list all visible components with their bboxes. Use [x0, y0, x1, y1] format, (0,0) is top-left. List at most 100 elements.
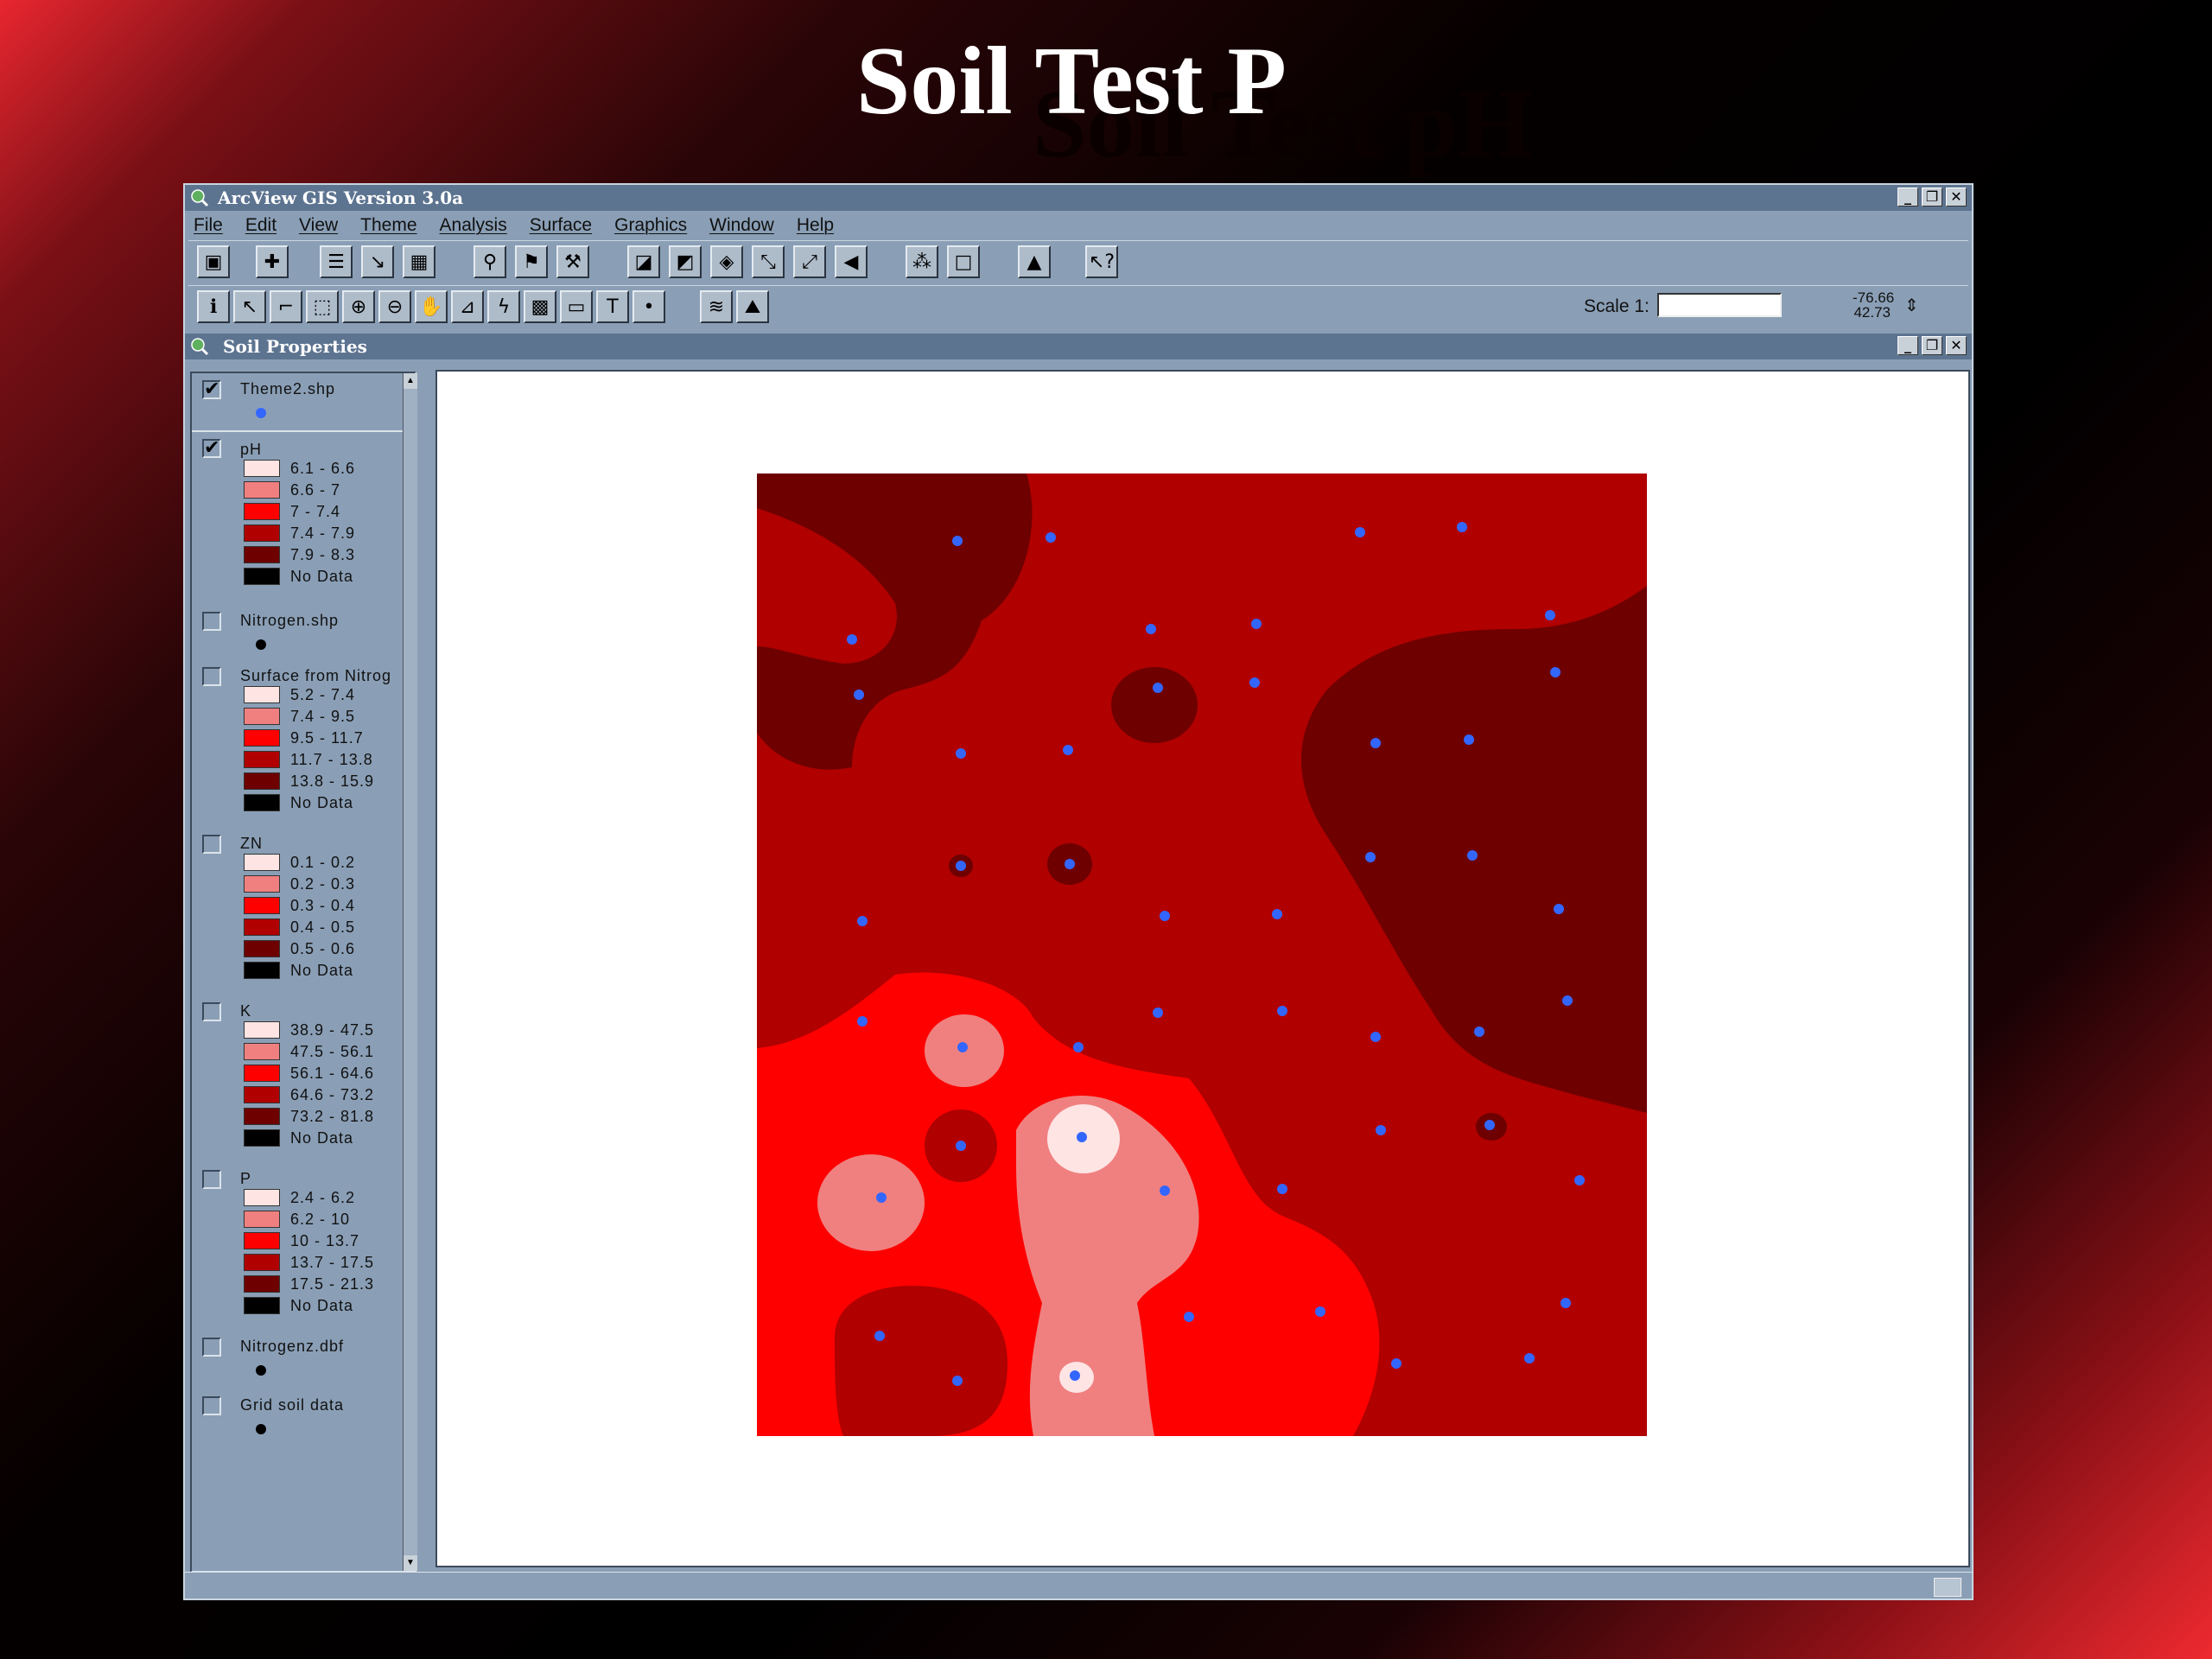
theme-grid-soil-data[interactable]: Grid soil data [192, 1395, 403, 1450]
legend-label: No Data [290, 962, 354, 979]
zoom-out-icon[interactable]: ⊖ [378, 290, 411, 323]
zoom-previous-icon[interactable]: ◀ [835, 245, 868, 278]
app-title-bar[interactable]: ArcView GIS Version 3.0a _ ❐ ✕ [185, 185, 1972, 211]
minimize-button[interactable]: _ [1897, 188, 1918, 207]
theme-checkbox[interactable] [202, 667, 221, 686]
legend-label: 17.5 - 21.3 [290, 1275, 375, 1293]
legend-swatch [244, 546, 280, 563]
histogram-icon[interactable]: ▲ [1018, 245, 1051, 278]
legend-label: 13.8 - 15.9 [290, 772, 375, 790]
theme-checkbox[interactable] [202, 612, 221, 631]
coordinate-readout: -76.66 42.73 [1853, 290, 1894, 320]
menu-edit[interactable]: Edit [245, 213, 276, 238]
menu-analysis[interactable]: Analysis [440, 213, 507, 238]
legend-swatch [244, 1086, 280, 1103]
legend-label: 7.9 - 8.3 [290, 546, 356, 563]
legend-label: No Data [290, 568, 354, 585]
theme-checkbox[interactable] [202, 1338, 221, 1357]
zoom-out-fixed-icon[interactable]: ⤢ [793, 245, 826, 278]
theme-ph[interactable]: ✔ pH 6.1 - 6.6 6.6 - 7 7 - 7.4 7.4 - 7.9… [192, 434, 403, 598]
scroll-down-icon[interactable]: ▼ [404, 1555, 417, 1571]
legend-swatch [244, 1232, 280, 1249]
scale-input[interactable] [1657, 293, 1782, 317]
theme-nitrogen-shp[interactable]: Nitrogen.shp [192, 607, 403, 658]
legend-swatch [244, 503, 280, 520]
close-button[interactable]: ✕ [1946, 188, 1967, 207]
legend-swatch [244, 1043, 280, 1060]
query-builder-icon[interactable]: ⚒ [556, 245, 589, 278]
point-symbol [256, 408, 266, 418]
menu-window[interactable]: Window [709, 213, 774, 238]
add-theme-icon[interactable]: ✚ [256, 245, 289, 278]
zoom-active-themes-icon[interactable]: ◩ [669, 245, 702, 278]
theme-name: P [240, 1170, 252, 1187]
menu-bar: File Edit View Theme Analysis Surface Gr… [185, 213, 1972, 238]
view-restore-button[interactable]: ❐ [1922, 336, 1942, 355]
map-view-canvas[interactable] [435, 370, 1970, 1567]
hot-link-icon[interactable]: ϟ [487, 290, 520, 323]
clear-selection-icon[interactable]: □ [947, 245, 980, 278]
zoom-full-extent-icon[interactable]: ◪ [627, 245, 660, 278]
text-icon[interactable]: T [596, 290, 629, 323]
area-of-interest-icon[interactable]: ▩ [524, 290, 556, 323]
menu-theme[interactable]: Theme [360, 213, 416, 238]
view-minimize-button[interactable]: _ [1897, 336, 1918, 355]
theme-checkbox[interactable] [202, 1396, 221, 1415]
theme-checkbox[interactable] [202, 1170, 221, 1189]
scroll-up-icon[interactable]: ▲ [404, 373, 417, 389]
ph-grid-map[interactable] [757, 474, 1647, 1436]
locate-address-icon[interactable]: ⚑ [515, 245, 548, 278]
theme-nitrogenz-dbf[interactable]: Nitrogenz.dbf [192, 1336, 403, 1391]
theme-checkbox[interactable]: ✔ [202, 439, 221, 458]
menu-view[interactable]: View [299, 213, 338, 238]
profile-icon[interactable]: ⛰ [736, 290, 769, 323]
legend-swatch [244, 686, 280, 703]
open-table-icon[interactable]: ▦ [403, 245, 435, 278]
edit-legend-icon[interactable]: ↘ [361, 245, 394, 278]
help-icon[interactable]: ↖? [1085, 245, 1118, 278]
legend-label: 6.1 - 6.6 [290, 460, 356, 477]
theme-checkbox[interactable] [202, 835, 221, 854]
zoom-selected-icon[interactable]: ◈ [710, 245, 743, 278]
view-close-button[interactable]: ✕ [1946, 336, 1967, 355]
pan-icon[interactable]: ✋ [415, 290, 448, 323]
legend-swatch [244, 751, 280, 768]
legend-label: 0.2 - 0.3 [290, 875, 356, 893]
vertex-edit-icon[interactable]: ⌐ [270, 290, 302, 323]
restore-button[interactable]: ❐ [1922, 188, 1942, 207]
select-feature-icon[interactable]: ⬚ [306, 290, 339, 323]
theme-zn[interactable]: ZN 0.1 - 0.2 0.2 - 0.3 0.3 - 0.4 0.4 - 0… [192, 833, 403, 997]
select-by-theme-icon[interactable]: ⁂ [906, 245, 938, 278]
label-icon[interactable]: ▭ [560, 290, 593, 323]
draw-point-icon[interactable]: • [632, 290, 665, 323]
theme-theme2[interactable]: ✔ Theme2.shp [192, 373, 403, 430]
theme-properties-icon[interactable]: ☰ [320, 245, 353, 278]
arcview-globe-icon [191, 189, 209, 207]
app-title: ArcView GIS Version 3.0a [218, 188, 464, 208]
menu-file[interactable]: File [194, 213, 223, 238]
theme-surface-from-nitrog[interactable]: Surface from Nitrog 5.2 - 7.4 7.4 - 9.5 … [192, 665, 403, 830]
menu-graphics[interactable]: Graphics [614, 213, 687, 238]
measure-icon[interactable]: ⊿ [451, 290, 484, 323]
identify-icon[interactable]: ℹ [197, 290, 230, 323]
find-icon[interactable]: ⚲ [474, 245, 506, 278]
legend-label: No Data [290, 1297, 354, 1314]
menu-surface[interactable]: Surface [530, 213, 592, 238]
theme-k[interactable]: K 38.9 - 47.5 47.5 - 56.1 56.1 - 64.6 64… [192, 1001, 403, 1165]
theme-p[interactable]: P 2.4 - 6.2 6.2 - 10 10 - 13.7 13.7 - 17… [192, 1168, 403, 1332]
zoom-in-icon[interactable]: ⊕ [342, 290, 375, 323]
theme-name: Grid soil data [240, 1396, 345, 1414]
contour-icon[interactable]: ≋ [700, 290, 733, 323]
legend-label: 0.4 - 0.5 [290, 918, 356, 936]
resize-grip-icon[interactable] [1934, 1578, 1961, 1597]
zoom-in-fixed-icon[interactable]: ⤡ [752, 245, 785, 278]
view-title-bar[interactable]: Soil Properties _ ❐ ✕ [185, 334, 1972, 359]
pointer-icon[interactable]: ↖ [233, 290, 266, 323]
theme-checkbox[interactable] [202, 1002, 221, 1021]
menu-help[interactable]: Help [797, 213, 834, 238]
legend-label: 5.2 - 7.4 [290, 686, 356, 703]
theme-checkbox[interactable]: ✔ [202, 380, 221, 399]
legend-label: 7 - 7.4 [290, 503, 341, 520]
toc-scrollbar[interactable]: ▲ ▼ [403, 373, 417, 1571]
save-icon[interactable]: ▣ [197, 245, 230, 278]
